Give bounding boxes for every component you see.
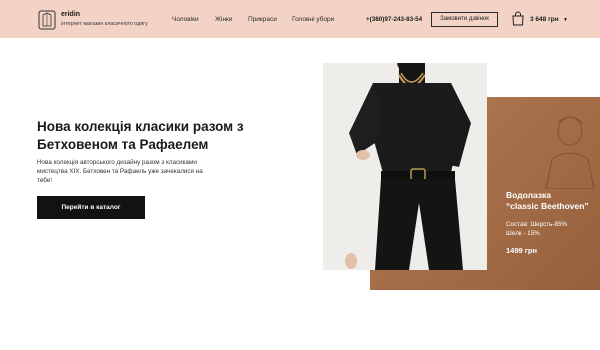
model-photo[interactable] bbox=[323, 63, 487, 270]
product-name[interactable]: Водолазка “classic Beethoven” bbox=[506, 190, 589, 212]
catalog-button[interactable]: Перейти в каталог bbox=[37, 196, 145, 219]
portrait-sketch-image bbox=[545, 116, 595, 189]
brand-tagline: інтернет магазин класичного одягу bbox=[61, 21, 148, 27]
callback-button[interactable]: Замовити дзвінок bbox=[431, 12, 498, 27]
hero-description: Нова колекція авторського дизайну разом … bbox=[37, 159, 203, 184]
brand-name[interactable]: eridin bbox=[61, 11, 80, 18]
product-composition: Состав: Шерсть-85% Шелк - 15% bbox=[506, 220, 567, 238]
nav-jewelry[interactable]: Прикраси bbox=[248, 16, 277, 23]
nav-men[interactable]: Чоловіки bbox=[172, 16, 199, 23]
product-price: 1499 грн bbox=[506, 246, 538, 255]
product-name-line2: “classic Beethoven” bbox=[506, 201, 589, 211]
phone-number[interactable]: +(380)97-243-83-54 bbox=[366, 16, 422, 23]
site-header: eridin інтернет магазин класичного одягу… bbox=[0, 0, 600, 38]
composition-line1: Состав: Шерсть-85% bbox=[506, 221, 568, 228]
composition-line2: Шелк - 15% bbox=[506, 230, 540, 237]
nav-women[interactable]: Жінки bbox=[215, 16, 233, 23]
cart-total[interactable]: 3 648 грн bbox=[530, 16, 559, 23]
product-name-line1: Водолазка bbox=[506, 190, 552, 200]
nav-hats[interactable]: Головні убори bbox=[292, 16, 334, 23]
hero-title: Нова колекція класики разом з Бетховеном… bbox=[37, 119, 244, 152]
chevron-down-icon[interactable]: ▼ bbox=[563, 17, 568, 23]
shopping-bag-icon[interactable] bbox=[512, 11, 524, 26]
model-figure-image bbox=[323, 63, 487, 270]
logo-icon[interactable] bbox=[38, 10, 56, 30]
